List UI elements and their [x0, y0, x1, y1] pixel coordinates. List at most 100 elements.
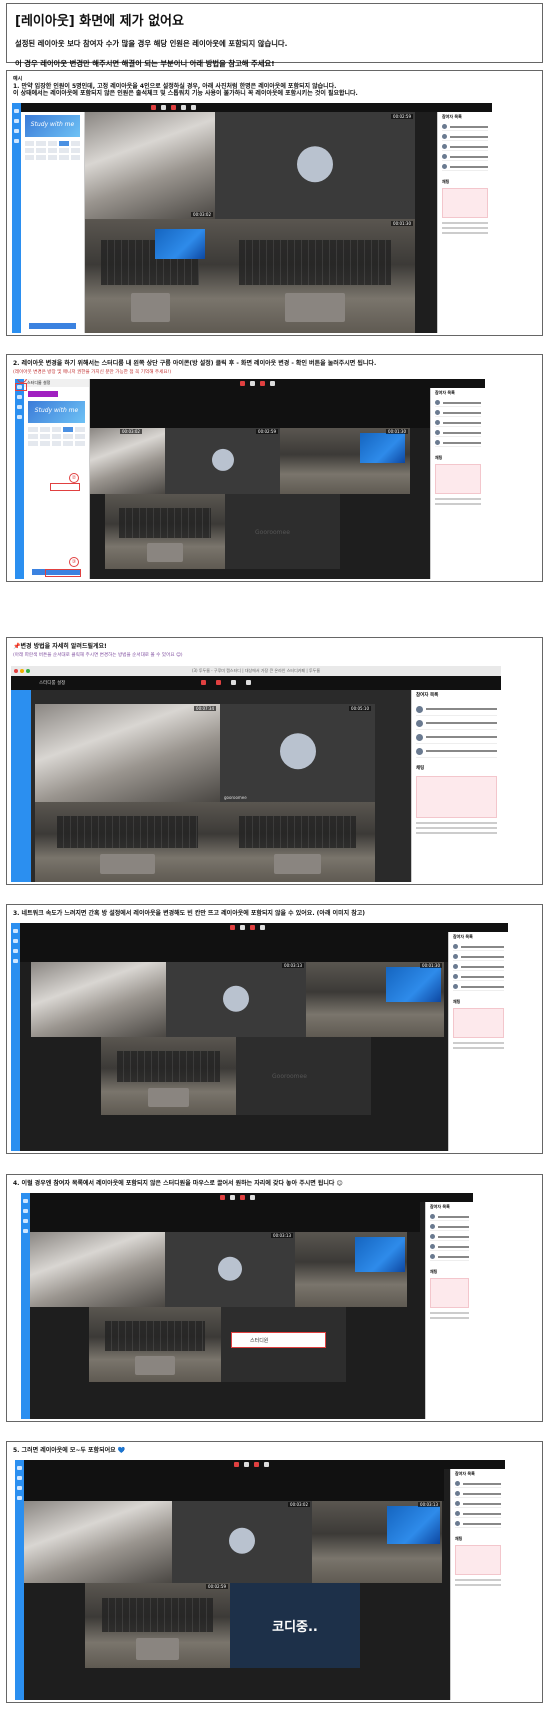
- mic-icon[interactable]: [201, 680, 206, 685]
- chat-message: [453, 1008, 504, 1039]
- participant-row[interactable]: [453, 953, 504, 962]
- section-1-text-2: 이 상태에서는 레이아웃에 포함되지 않은 인원은 출석체크 및 스톱워치 기능…: [13, 90, 358, 98]
- participant-row[interactable]: [442, 143, 488, 152]
- participant-row[interactable]: [442, 163, 488, 172]
- participant-panel: 참여자 목록 채팅: [437, 112, 492, 333]
- section-6: 5. 그러면 레이아웃에 모~두 포함되어요 💙 00:03:02 00:03:…: [6, 1441, 543, 1703]
- screen-icon[interactable]: [250, 925, 255, 930]
- video-tile-5: 코디중..: [230, 1583, 360, 1668]
- screen-icon[interactable]: [260, 381, 265, 386]
- video-tile-3: 00:01:30: [306, 962, 444, 1037]
- empty-tile: Gooroomee: [236, 1037, 371, 1115]
- section-5: 4. 이럴 경우엔 참여자 목록에서 레이아웃에 포함되지 않은 스터디원을 마…: [6, 1174, 543, 1422]
- tile-timer: 00:01:30: [386, 429, 408, 434]
- tile-timer: 00:02:59: [391, 114, 413, 119]
- avatar: [279, 733, 316, 770]
- participant-row[interactable]: [455, 1500, 501, 1509]
- drop-target-tile[interactable]: 스터디원: [221, 1307, 346, 1382]
- participant-row[interactable]: [442, 123, 488, 132]
- camera-icon[interactable]: [161, 105, 166, 110]
- drag-label: 스터디원: [250, 1338, 269, 1344]
- participant-row[interactable]: [416, 718, 497, 730]
- participant-row[interactable]: [430, 1233, 469, 1242]
- intro-line-1: 설정된 레이아웃 보다 참여자 수가 많을 경우 해당 인원은 레이아웃에 포함…: [15, 39, 288, 48]
- participant-row[interactable]: [455, 1490, 501, 1499]
- participant-row[interactable]: [416, 746, 497, 758]
- pin-icon[interactable]: [231, 680, 236, 685]
- participant-row[interactable]: [442, 133, 488, 142]
- participant-row[interactable]: [435, 439, 481, 448]
- screen-icon[interactable]: [171, 105, 176, 110]
- camera-icon[interactable]: [240, 925, 245, 930]
- camera-icon[interactable]: [250, 381, 255, 386]
- mic-icon[interactable]: [230, 925, 235, 930]
- participant-row[interactable]: [442, 153, 488, 162]
- participant-row[interactable]: [416, 732, 497, 744]
- participant-row[interactable]: [453, 973, 504, 982]
- left-sidebar: [11, 690, 31, 882]
- avatar: [211, 448, 234, 471]
- tile-timer: 00:03:13: [271, 1233, 293, 1238]
- tile-timer: 00:01:30: [420, 963, 442, 968]
- participant-row[interactable]: [430, 1223, 469, 1232]
- participant-row[interactable]: [453, 983, 504, 992]
- confirm-button[interactable]: [29, 323, 76, 329]
- top-toolbar: [21, 103, 492, 112]
- tab-selected[interactable]: [28, 391, 58, 397]
- screen-icon[interactable]: [216, 680, 221, 685]
- pin-icon[interactable]: [260, 925, 265, 930]
- screenshot-6: 00:03:02 00:03:13 00:02:59 코디중.. 참여자 목록 …: [15, 1460, 505, 1700]
- chat-title: 채팅: [416, 765, 425, 771]
- settings-panel: 스터디룸 설정 Study with me: [24, 379, 90, 579]
- tile-name: gooroomee: [224, 795, 247, 800]
- participant-row[interactable]: [455, 1520, 501, 1529]
- brand-watermark: Gooroomee: [255, 529, 290, 536]
- mic-icon[interactable]: [234, 1462, 239, 1467]
- panel-title: 참여자 목록: [455, 1471, 475, 1476]
- screen-icon[interactable]: [240, 1195, 245, 1200]
- participant-row[interactable]: [455, 1480, 501, 1489]
- video-tile-2: 00:02:59: [215, 112, 415, 219]
- pin-icon[interactable]: [250, 1195, 255, 1200]
- video-tile-3: [35, 802, 220, 882]
- video-tile-1: 00:03:02: [90, 428, 165, 494]
- pin-icon[interactable]: [181, 105, 186, 110]
- participant-row[interactable]: [455, 1510, 501, 1519]
- tile-timer: 00:03:02: [288, 1502, 310, 1507]
- expand-icon[interactable]: [246, 680, 251, 685]
- participant-row[interactable]: [430, 1213, 469, 1222]
- highlight-layout-option: [50, 483, 80, 491]
- participant-row[interactable]: [430, 1243, 469, 1252]
- highlight-cloud-icon: [15, 383, 27, 391]
- mic-icon[interactable]: [240, 381, 245, 386]
- expand-icon[interactable]: [191, 105, 196, 110]
- panel-title: 참여자 목록: [442, 114, 462, 119]
- pin-icon[interactable]: [264, 1462, 269, 1467]
- chat-message: [442, 188, 488, 219]
- participant-row[interactable]: [416, 704, 497, 716]
- participant-row[interactable]: [435, 419, 481, 428]
- screenshot-2: 스터디룸 설정 Study with me ① ② ③ 00:03:02: [15, 379, 485, 579]
- dragged-participant[interactable]: 스터디원: [231, 1332, 326, 1348]
- participant-panel: 참여자 목록 채팅: [430, 388, 485, 579]
- tile-timer: 00:03:02: [120, 429, 142, 434]
- participant-row[interactable]: [435, 429, 481, 438]
- participant-row[interactable]: [435, 409, 481, 418]
- browser-bar: (3) 투두룸 - 구루미 캠스터디 | 대상에서 가장 큰 온라인 스터디카페…: [11, 666, 501, 676]
- room-header: 스터디룸 설정: [11, 676, 501, 690]
- study-banner: Study with me: [28, 401, 85, 423]
- camera-icon[interactable]: [230, 1195, 235, 1200]
- camera-icon[interactable]: [244, 1462, 249, 1467]
- study-banner: Study with me: [25, 115, 80, 137]
- screen-icon[interactable]: [254, 1462, 259, 1467]
- participant-row[interactable]: [453, 943, 504, 952]
- video-tile-4: 00:02:59: [85, 1583, 230, 1668]
- pin-icon[interactable]: [270, 381, 275, 386]
- participant-row[interactable]: [453, 963, 504, 972]
- section-5-text: 4. 이럴 경우엔 참여자 목록에서 레이아웃에 포함되지 않은 스터디원을 마…: [13, 1180, 343, 1187]
- mic-icon[interactable]: [151, 105, 156, 110]
- participant-row[interactable]: [435, 399, 481, 408]
- mic-icon[interactable]: [220, 1195, 225, 1200]
- chat-message: [416, 775, 497, 818]
- participant-row[interactable]: [430, 1253, 469, 1262]
